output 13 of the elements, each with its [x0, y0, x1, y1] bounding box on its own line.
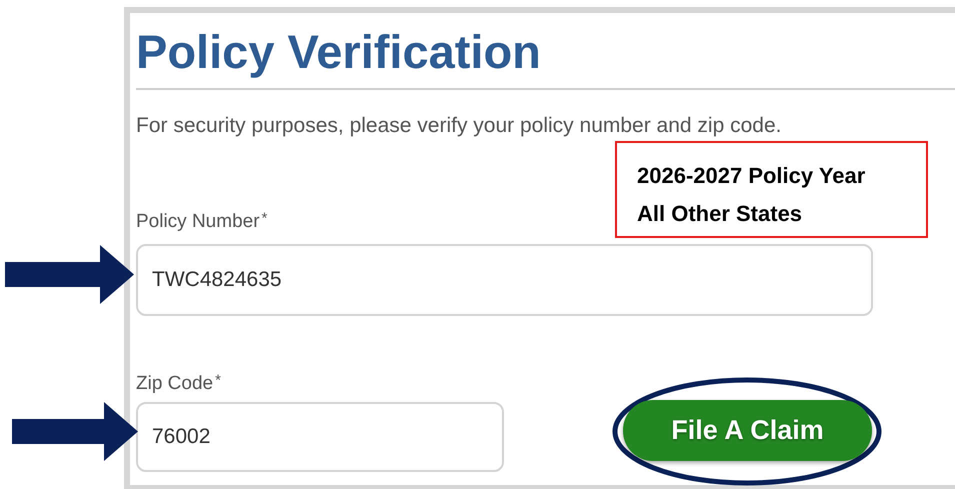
- callout-text: All Other States: [637, 200, 802, 228]
- required-mark: *: [215, 372, 221, 390]
- instructions-text: For security purposes, please verify your policy number and zip code.: [136, 113, 782, 139]
- input-field[interactable]: 76002: [136, 402, 504, 472]
- callout-text: 2026-2027 Policy Year: [637, 162, 866, 190]
- arrow-icon: [5, 245, 134, 304]
- required-mark: *: [262, 210, 268, 228]
- file-claim-button[interactable]: File A Claim: [623, 400, 872, 461]
- field-label: Policy Number: [136, 210, 260, 234]
- arrow-icon: [12, 402, 138, 461]
- page-title: Policy Verification: [136, 24, 541, 80]
- field-label: Zip Code: [136, 372, 214, 396]
- input-field[interactable]: TWC4824635: [136, 244, 873, 316]
